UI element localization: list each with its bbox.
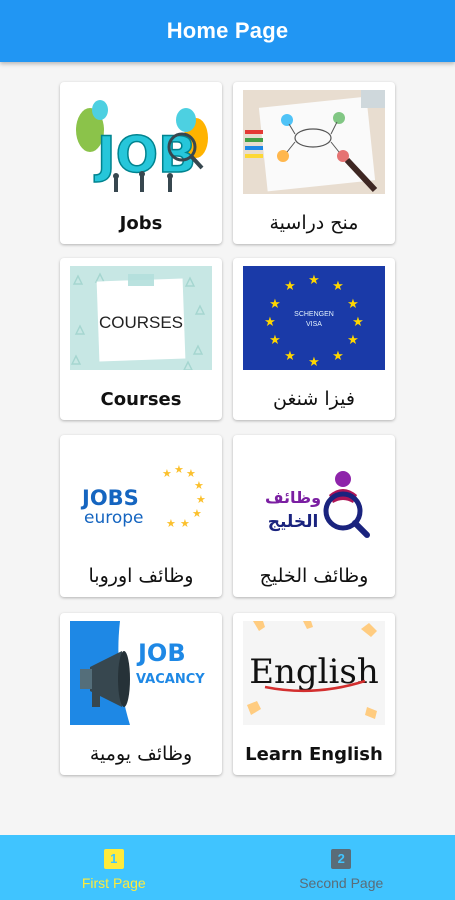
courses-note: COURSES xyxy=(70,266,212,370)
card-label: Learn English xyxy=(245,744,383,765)
image-text: europe xyxy=(84,508,144,528)
image-text: SCHENGEN xyxy=(294,311,334,318)
card-schengen-visa[interactable]: ★ ★ ★ ★ ★ ★ ★ ★ ★ ★ ★ ★ SCHENGEN VISA في… xyxy=(233,258,395,420)
svg-text:★: ★ xyxy=(269,297,281,312)
card-daily-jobs[interactable]: JOB VACANCY وظائف يومية xyxy=(60,613,222,775)
svg-text:★: ★ xyxy=(162,467,172,480)
svg-text:★: ★ xyxy=(347,333,359,348)
svg-text:COURSES: COURSES xyxy=(99,313,183,332)
english-chalkboard: English xyxy=(243,621,385,725)
one-icon: 1 xyxy=(103,848,124,869)
svg-text:★: ★ xyxy=(174,463,184,476)
card-jobs-europe[interactable]: ★ ★ ★ ★ ★ ★ ★ ★ JOBS europe وظائف اوروبا xyxy=(60,435,222,597)
image-text: English xyxy=(249,652,379,692)
svg-text:★: ★ xyxy=(166,517,176,530)
svg-text:★: ★ xyxy=(284,279,296,294)
nav-first-page[interactable]: 1 First Page xyxy=(0,835,228,900)
card-label: Jobs xyxy=(119,213,163,234)
schengen-visa-flag: ★ ★ ★ ★ ★ ★ ★ ★ ★ ★ ★ ★ SCHENGEN VISA xyxy=(243,266,385,370)
svg-text:★: ★ xyxy=(308,273,320,288)
svg-text:★: ★ xyxy=(308,355,320,370)
image-text: وظائف xyxy=(265,488,321,507)
nav-label: Second Page xyxy=(299,874,384,891)
svg-text:★: ★ xyxy=(284,349,296,364)
image-text: VACANCY xyxy=(136,672,205,687)
job-vacancy-megaphone: JOB VACANCY xyxy=(70,621,212,725)
card-label: وظائف الخليج xyxy=(259,565,369,587)
card-gulf-jobs[interactable]: وظائف الخليج وظائف الخليج xyxy=(233,435,395,597)
image-text: JOB xyxy=(136,639,186,667)
two-icon: 2 xyxy=(331,848,352,869)
card-label: منح دراسية xyxy=(269,212,359,234)
app-bar: Home Page xyxy=(0,0,455,62)
svg-text:★: ★ xyxy=(264,315,276,330)
jobs-europe-logo: ★ ★ ★ ★ ★ ★ ★ ★ JOBS europe xyxy=(70,443,212,547)
card-label: وظائف اوروبا xyxy=(88,565,194,587)
card-courses[interactable]: COURSES Courses xyxy=(60,258,222,420)
bottom-navigation: 1 First Page 2 Second Page xyxy=(0,835,455,900)
svg-text:★: ★ xyxy=(347,297,359,312)
card-label: وظائف يومية xyxy=(89,743,193,765)
svg-text:★: ★ xyxy=(192,507,202,520)
jobs-illustration: JOB xyxy=(70,90,212,194)
image-text: الخليج xyxy=(268,512,319,532)
svg-text:★: ★ xyxy=(352,315,364,330)
nav-label: First Page xyxy=(81,874,146,891)
scholarship-sketch xyxy=(243,90,385,194)
svg-text:★: ★ xyxy=(332,349,344,364)
svg-text:★: ★ xyxy=(180,517,190,530)
svg-text:★: ★ xyxy=(196,493,206,506)
page-title: Home Page xyxy=(166,18,289,43)
svg-text:★: ★ xyxy=(269,333,281,348)
card-learn-english[interactable]: English Learn English xyxy=(233,613,395,775)
gulf-jobs-logo: وظائف الخليج xyxy=(243,443,385,547)
image-text: JOBS xyxy=(80,486,139,510)
svg-text:★: ★ xyxy=(194,479,204,492)
image-text: VISA xyxy=(306,321,322,328)
svg-text:★: ★ xyxy=(332,279,344,294)
card-jobs[interactable]: JOB Jobs xyxy=(60,82,222,244)
card-label: فيزا شنغن xyxy=(273,388,355,410)
card-scholarships[interactable]: منح دراسية xyxy=(233,82,395,244)
card-label: Courses xyxy=(100,389,182,410)
nav-second-page[interactable]: 2 Second Page xyxy=(228,835,455,900)
